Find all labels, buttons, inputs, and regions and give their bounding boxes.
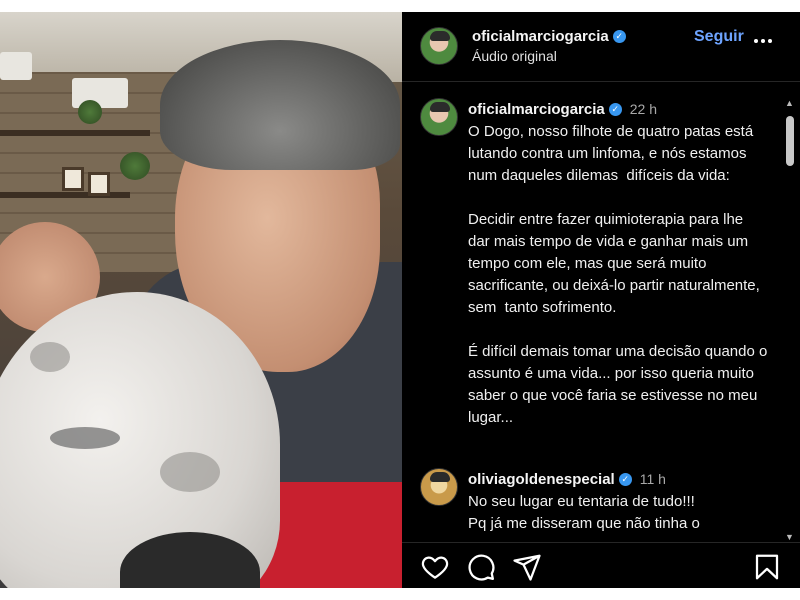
verified-badge-icon: ✓ (612, 30, 626, 44)
action-bar (402, 542, 800, 588)
reply-header: oliviagoldenespecial ✓ 11 h (468, 471, 666, 489)
reply-text: No seu lugar eu tentaria de tudo!!! Pq j… (468, 493, 700, 532)
caption-username[interactable]: oficialmarciogarcia (468, 101, 605, 118)
heart-svg (421, 556, 449, 579)
photo-picture-frame (88, 172, 110, 196)
photo-shelf (0, 192, 130, 198)
follow-button[interactable]: Seguir (694, 28, 744, 46)
caption-header: oficialmarciogarcia ✓ 22 h (468, 101, 657, 119)
bookmark-icon[interactable] (752, 552, 782, 582)
photo-dog-spot (30, 342, 70, 372)
author-avatar[interactable] (420, 27, 458, 65)
heart-icon[interactable] (420, 552, 450, 582)
post-photo (0, 12, 402, 588)
post-header: oficialmarciogarcia ✓ Áudio original Segu… (402, 12, 800, 82)
scrollbar-thumb[interactable] (786, 116, 794, 166)
reply-username[interactable]: oliviagoldenespecial (468, 471, 615, 488)
caption-text: O Dogo, nosso filhote de quatro patas es… (468, 123, 768, 426)
bookmark-svg (755, 554, 779, 580)
instagram-post-viewer: oficialmarciogarcia ✓ Áudio original Segu… (0, 12, 800, 588)
share-svg (513, 554, 541, 581)
comments-scrollbar[interactable]: ▲ ▼ (783, 98, 797, 542)
verified-badge-icon: ✓ (618, 473, 632, 487)
author-username[interactable]: oficialmarciogarcia (472, 28, 609, 45)
more-options-icon[interactable] (752, 30, 774, 56)
photo-plant (120, 152, 150, 180)
photo-plant (78, 100, 102, 124)
caption-author-avatar[interactable] (420, 98, 458, 136)
photo-man-hair (160, 40, 400, 170)
reply-time[interactable]: 11 h (640, 471, 666, 487)
author-name-row: oficialmarciogarcia ✓ (472, 28, 626, 46)
more-dots-svg (754, 39, 772, 43)
photo-dog-eye (50, 427, 120, 449)
scroll-down-icon[interactable]: ▼ (785, 532, 794, 542)
photo-picture-frame (62, 167, 84, 191)
audio-label[interactable]: Áudio original (472, 48, 557, 64)
reply-author-avatar[interactable] (420, 468, 458, 506)
caption-time[interactable]: 22 h (630, 101, 657, 117)
comment-icon[interactable] (466, 552, 496, 582)
share-icon[interactable] (512, 552, 542, 582)
photo-dog-spot (160, 452, 220, 492)
post-side-panel: oficialmarciogarcia ✓ Áudio original Segu… (402, 12, 800, 588)
verified-badge-icon: ✓ (608, 103, 622, 117)
photo-air-conditioner (0, 52, 32, 80)
comment-svg (468, 554, 495, 581)
scroll-up-icon[interactable]: ▲ (785, 98, 794, 108)
photo-shelf (0, 130, 150, 136)
